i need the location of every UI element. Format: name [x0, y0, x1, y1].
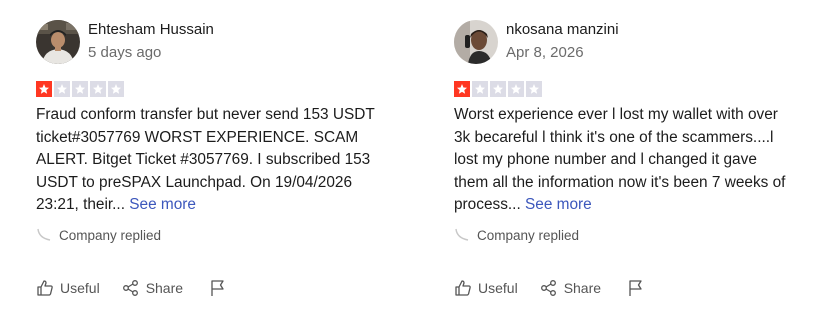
company-replied-label: Company replied — [477, 227, 580, 243]
avatar[interactable] — [36, 20, 80, 64]
star-icon — [36, 81, 52, 97]
useful-label: Useful — [478, 280, 518, 296]
avatar[interactable] — [454, 20, 498, 64]
see-more-link[interactable]: See more — [129, 196, 196, 213]
star-rating — [454, 81, 542, 97]
report-button[interactable] — [209, 279, 227, 297]
thumbs-up-icon — [37, 280, 53, 296]
share-button[interactable]: Share — [540, 279, 601, 297]
star-icon — [54, 81, 70, 97]
star-icon — [454, 81, 470, 97]
review-text-content: Worst experience ever l lost my wallet w… — [454, 106, 786, 213]
review-card: Ehtesham Hussain 5 days ago Fraud confor… — [36, 0, 408, 322]
share-icon — [122, 280, 138, 296]
useful-label: Useful — [60, 280, 100, 296]
company-replied[interactable]: Company replied — [36, 226, 161, 244]
share-label: Share — [145, 280, 184, 296]
star-icon — [72, 81, 88, 97]
review-date: Apr 8, 2026 — [506, 44, 584, 61]
reply-arc-icon — [37, 228, 51, 241]
review-text: Fraud conform transfer but never send 15… — [36, 104, 376, 217]
star-icon — [490, 81, 506, 97]
useful-button[interactable]: Useful — [454, 279, 518, 297]
star-rating — [36, 81, 124, 97]
company-replied-label: Company replied — [59, 227, 162, 243]
report-button[interactable] — [627, 279, 645, 297]
review-text: Worst experience ever l lost my wallet w… — [454, 104, 794, 217]
company-replied[interactable]: Company replied — [454, 226, 579, 244]
review-header: Ehtesham Hussain 5 days ago — [36, 18, 214, 66]
author-name[interactable]: nkosana manzini — [506, 20, 619, 40]
flag-icon — [211, 280, 224, 296]
author-name[interactable]: Ehtesham Hussain — [88, 20, 214, 40]
review-text-content: Fraud conform transfer but never send 15… — [36, 106, 375, 213]
share-button[interactable]: Share — [122, 279, 183, 297]
star-icon — [90, 81, 106, 97]
review-date: 5 days ago — [88, 44, 162, 61]
star-icon — [508, 81, 524, 97]
review-header: nkosana manzini Apr 8, 2026 — [454, 18, 619, 66]
flag-icon — [629, 280, 642, 296]
star-icon — [472, 81, 488, 97]
review-card: nkosana manzini Apr 8, 2026 Worst experi… — [454, 0, 814, 322]
see-more-link[interactable]: See more — [525, 196, 592, 213]
star-icon — [526, 81, 542, 97]
star-icon — [108, 81, 124, 97]
share-label: Share — [563, 280, 602, 296]
thumbs-up-icon — [455, 280, 471, 296]
share-icon — [540, 280, 556, 296]
reply-arc-icon — [455, 228, 469, 241]
review-actions: Useful Share — [454, 279, 645, 297]
review-actions: Useful Share — [36, 279, 227, 297]
useful-button[interactable]: Useful — [36, 279, 100, 297]
